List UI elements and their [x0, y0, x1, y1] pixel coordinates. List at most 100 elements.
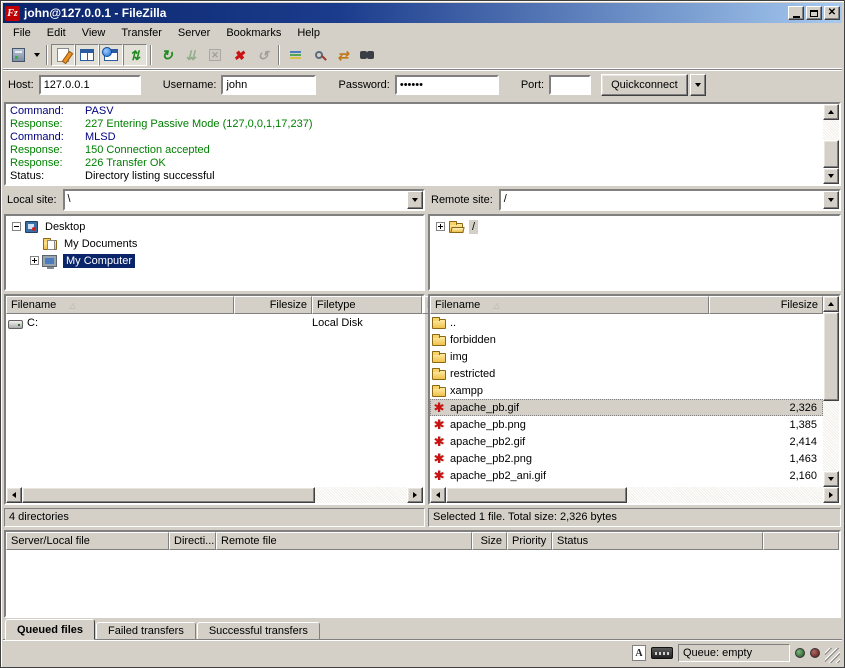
- scroll-down-button[interactable]: [823, 471, 839, 487]
- column-header-filetype[interactable]: Filetype: [312, 296, 422, 314]
- local-site-value[interactable]: \: [65, 191, 407, 209]
- speed-limit-icon[interactable]: [651, 647, 673, 659]
- maximize-icon: [810, 10, 818, 17]
- menu-server[interactable]: Server: [170, 25, 218, 41]
- image-file-icon: [432, 469, 446, 483]
- file-row[interactable]: apache_pb2.png1,463: [430, 450, 823, 467]
- file-row[interactable]: ..: [430, 314, 823, 331]
- sync-arrows-icon: [338, 49, 349, 62]
- minimize-button[interactable]: [788, 6, 804, 20]
- resize-grip[interactable]: [825, 648, 840, 663]
- remote-site-value[interactable]: /: [501, 191, 823, 209]
- queue-tabs: Queued files Failed transfers Successful…: [3, 618, 842, 640]
- toggle-remote-tree-button[interactable]: [99, 44, 123, 66]
- menu-help[interactable]: Help: [289, 25, 328, 41]
- close-button[interactable]: [824, 6, 840, 20]
- directory-comparison-button[interactable]: [307, 44, 331, 66]
- file-row[interactable]: apache_pb2.gif2,414: [430, 433, 823, 450]
- toolbar-separator: [46, 45, 48, 65]
- scrollbar-thumb[interactable]: [823, 140, 839, 168]
- toggle-local-tree-button[interactable]: [75, 44, 99, 66]
- scrollbar-thumb[interactable]: [22, 487, 315, 503]
- column-header-direction[interactable]: Directi...: [169, 532, 216, 550]
- quickconnect-button[interactable]: Quickconnect: [601, 74, 688, 96]
- file-row[interactable]: forbidden: [430, 331, 823, 348]
- local-pane: Local site: \ Desktop My Documents: [4, 189, 425, 527]
- file-row[interactable]: C: Local Disk: [6, 314, 423, 331]
- scroll-right-button[interactable]: [823, 487, 839, 503]
- collapse-icon[interactable]: [12, 222, 21, 231]
- column-header-size[interactable]: Size: [472, 532, 507, 550]
- column-header-filesize[interactable]: Filesize: [234, 296, 312, 314]
- scroll-right-button[interactable]: [407, 487, 423, 503]
- log-scrollbar[interactable]: [823, 104, 839, 184]
- tab-failed-transfers[interactable]: Failed transfers: [96, 622, 196, 640]
- site-manager-button[interactable]: [6, 44, 30, 66]
- file-row[interactable]: img: [430, 348, 823, 365]
- file-row[interactable]: apache_pb.png1,385: [430, 416, 823, 433]
- remote-vertical-scrollbar[interactable]: [823, 296, 839, 487]
- cancel-icon: [209, 49, 221, 61]
- password-input[interactable]: [395, 75, 499, 95]
- menu-file[interactable]: File: [5, 25, 39, 41]
- port-input[interactable]: [549, 75, 591, 95]
- remote-horizontal-scrollbar[interactable]: [430, 487, 839, 503]
- tree-item-desktop[interactable]: Desktop: [8, 218, 423, 235]
- column-header-status[interactable]: Status: [552, 532, 763, 550]
- find-files-button[interactable]: [355, 44, 379, 66]
- menu-transfer[interactable]: Transfer: [113, 25, 170, 41]
- column-header-filename[interactable]: Filename: [430, 296, 709, 314]
- scroll-down-button[interactable]: [823, 168, 839, 184]
- scroll-up-button[interactable]: [823, 104, 839, 120]
- remote-site-combobox[interactable]: /: [499, 189, 841, 211]
- transfer-type-icon[interactable]: [632, 645, 646, 661]
- menu-view[interactable]: View: [74, 25, 114, 41]
- menu-edit[interactable]: Edit: [39, 25, 74, 41]
- tree-item-my-computer[interactable]: My Computer: [8, 252, 423, 269]
- file-row[interactable]: apache_pb2_ani.gif2,160: [430, 467, 823, 484]
- transfer-queue-panel: Server/Local file Directi... Remote file…: [4, 530, 841, 618]
- toggle-transfer-queue-button[interactable]: [123, 44, 147, 66]
- column-header-priority[interactable]: Priority: [507, 532, 552, 550]
- file-row-selected[interactable]: apache_pb.gif2,326: [430, 399, 823, 416]
- tree-item-my-documents[interactable]: My Documents: [8, 235, 423, 252]
- maximize-button[interactable]: [806, 6, 822, 20]
- column-header-filesize[interactable]: Filesize: [709, 296, 823, 314]
- cancel-operation-button[interactable]: [203, 44, 227, 66]
- site-manager-dropdown-button[interactable]: [30, 44, 43, 66]
- remote-site-row: Remote site: /: [428, 189, 841, 211]
- scrollbar-thumb[interactable]: [823, 312, 839, 401]
- quickconnect-dropdown-button[interactable]: [690, 74, 706, 96]
- column-header-remote-file[interactable]: Remote file: [216, 532, 472, 550]
- folder-icon: [432, 387, 446, 397]
- disconnect-button[interactable]: [227, 44, 251, 66]
- filename-filters-button[interactable]: [283, 44, 307, 66]
- column-header-server-local-file[interactable]: Server/Local file: [6, 532, 169, 550]
- synchronized-browsing-button[interactable]: [331, 44, 355, 66]
- menu-bookmarks[interactable]: Bookmarks: [218, 25, 289, 41]
- column-header-filename[interactable]: Filename: [6, 296, 234, 314]
- expand-icon[interactable]: [30, 256, 39, 265]
- refresh-button[interactable]: [155, 44, 179, 66]
- reconnect-button[interactable]: [251, 44, 275, 66]
- tab-queued-files[interactable]: Queued files: [5, 619, 95, 640]
- expand-icon[interactable]: [436, 222, 445, 231]
- scroll-left-button[interactable]: [6, 487, 22, 503]
- username-input[interactable]: [221, 75, 316, 95]
- toggle-message-log-button[interactable]: [51, 44, 75, 66]
- remote-site-dropdown-button[interactable]: [823, 191, 839, 209]
- process-queue-button[interactable]: [179, 44, 203, 66]
- file-row[interactable]: restricted: [430, 365, 823, 382]
- tab-successful-transfers[interactable]: Successful transfers: [197, 622, 320, 640]
- file-row[interactable]: xampp: [430, 382, 823, 399]
- tree-item-root[interactable]: /: [432, 218, 839, 235]
- scroll-left-button[interactable]: [430, 487, 446, 503]
- local-site-combobox[interactable]: \: [63, 189, 425, 211]
- local-site-dropdown-button[interactable]: [407, 191, 423, 209]
- local-horizontal-scrollbar[interactable]: [6, 487, 423, 503]
- host-input[interactable]: [39, 75, 141, 95]
- scroll-up-button[interactable]: [823, 296, 839, 312]
- queue-body[interactable]: [6, 550, 839, 616]
- local-file-rows: C: Local Disk: [6, 314, 423, 487]
- scrollbar-thumb[interactable]: [446, 487, 627, 503]
